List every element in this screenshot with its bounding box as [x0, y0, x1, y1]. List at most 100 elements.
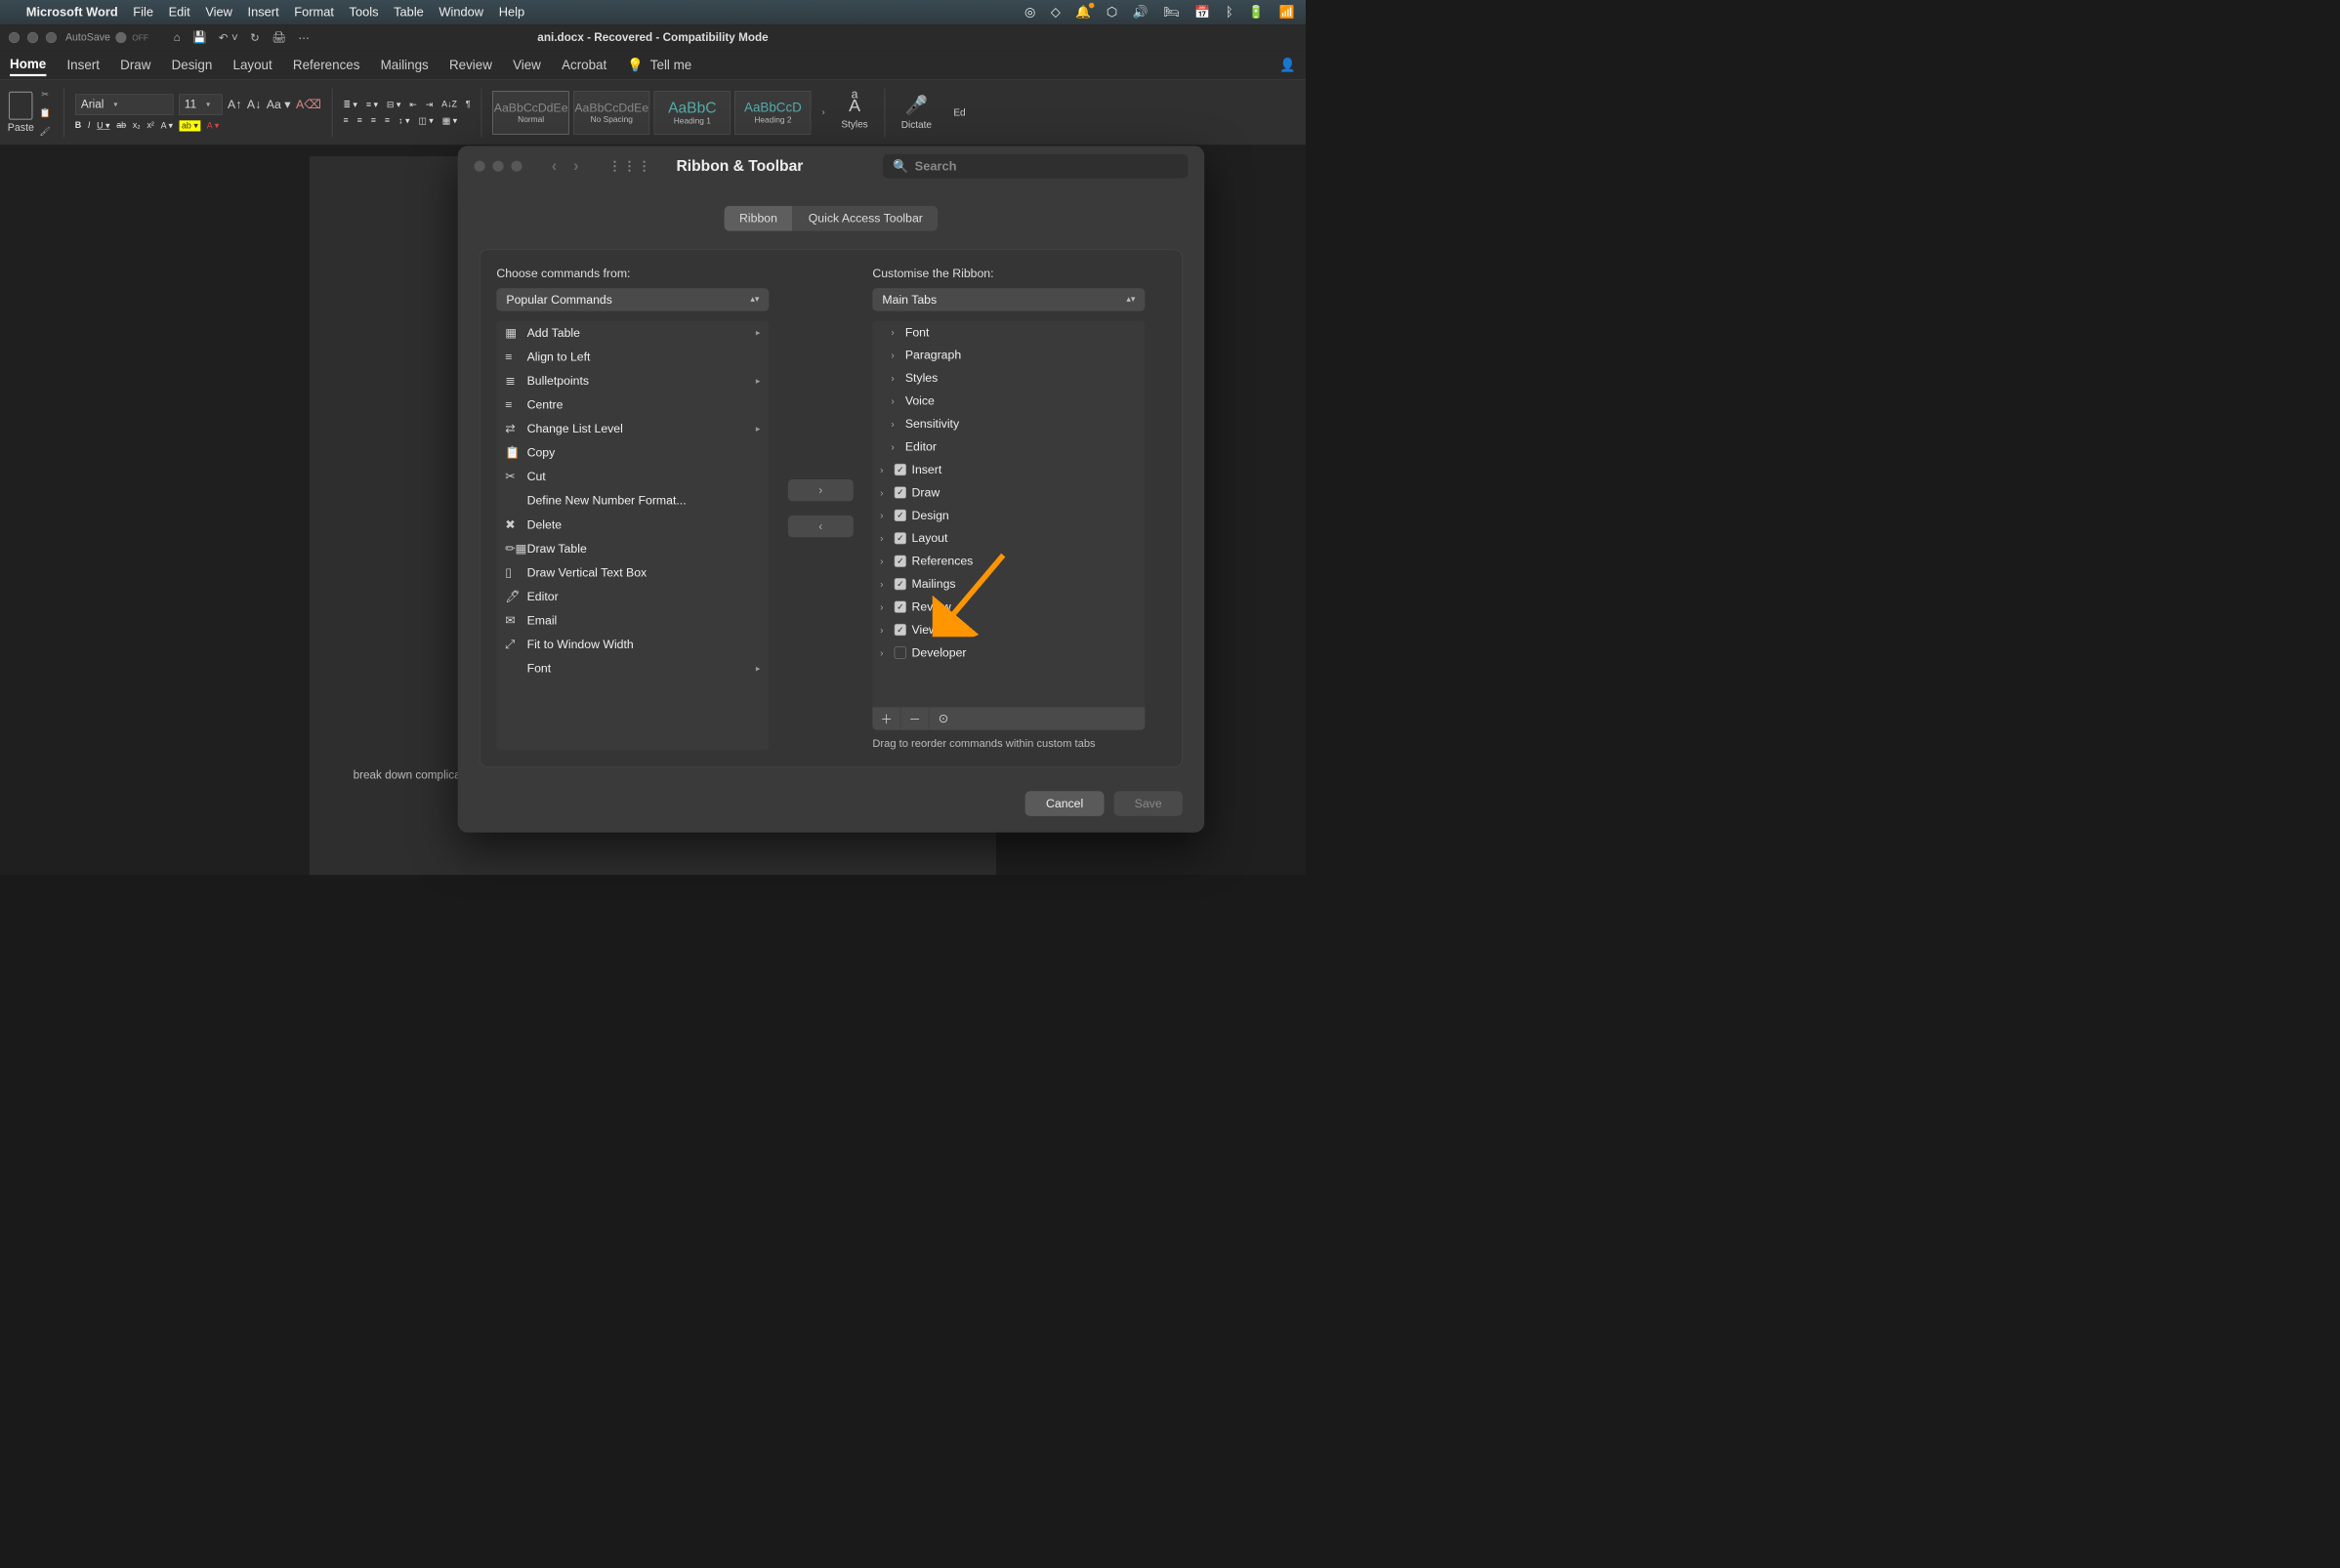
print-icon[interactable]: 🖨 [272, 31, 286, 44]
bold-icon[interactable]: B [75, 121, 81, 131]
disclosure-icon[interactable]: › [880, 464, 889, 475]
disclosure-icon[interactable]: › [891, 395, 899, 407]
tray-calendar-icon[interactable]: 📅 [1194, 5, 1210, 20]
tab-mailings[interactable]: Mailings [381, 56, 429, 75]
command-item[interactable]: ⇄Change List Level▸ [496, 417, 769, 441]
tree-item-paragraph[interactable]: ›Paragraph [872, 344, 1145, 366]
command-item[interactable]: ≡Centre [496, 392, 769, 417]
justify-icon[interactable]: ≡ [385, 116, 390, 126]
tree-item-voice[interactable]: ›Voice [872, 390, 1145, 412]
styles-pane-button[interactable]: Aͣ Styles [836, 95, 874, 130]
disclosure-icon[interactable]: › [880, 601, 889, 613]
style-normal[interactable]: AaBbCcDdEeNormal [493, 91, 569, 135]
style-no-spacing[interactable]: AaBbCcDdEeNo Spacing [573, 91, 649, 135]
close-window[interactable] [9, 32, 20, 43]
strikethrough-icon[interactable]: ab [116, 121, 126, 131]
copy-icon[interactable]: 📋 [37, 104, 53, 120]
command-item[interactable]: 🖊Editor [496, 585, 769, 609]
tree-checkbox[interactable]: ✓ [895, 464, 906, 475]
dialog-search[interactable]: 🔍 Search [883, 154, 1188, 179]
increase-indent-icon[interactable]: ⇥ [426, 99, 433, 109]
home-icon[interactable]: ⌂ [174, 31, 181, 44]
dialog-grid-icon[interactable]: ⋮⋮⋮ [608, 158, 652, 174]
decrease-indent-icon[interactable]: ⇤ [409, 99, 416, 109]
save-icon[interactable]: 💾 [192, 31, 207, 44]
menu-view[interactable]: View [205, 5, 232, 20]
tree-item-draw[interactable]: ›✓Draw [872, 481, 1145, 504]
command-item[interactable]: ⤢Fit to Window Width [496, 633, 769, 657]
add-tab-button[interactable]: ＋ [872, 707, 900, 729]
menu-edit[interactable]: Edit [169, 5, 190, 20]
numbering-icon[interactable]: ≡ ▾ [366, 99, 378, 109]
disclosure-icon[interactable]: › [880, 487, 889, 499]
tray-volume-icon[interactable]: 🔊 [1133, 5, 1149, 20]
autosave-toggle[interactable]: AutoSave OFF [65, 31, 148, 43]
save-button[interactable]: Save [1113, 791, 1182, 816]
menu-table[interactable]: Table [394, 5, 424, 20]
align-right-icon[interactable]: ≡ [371, 116, 376, 126]
tree-item-mailings[interactable]: ›✓Mailings [872, 572, 1145, 595]
style-heading-1[interactable]: AaBbCHeading 1 [654, 91, 731, 135]
tree-item-design[interactable]: ›✓Design [872, 504, 1145, 526]
tree-checkbox[interactable]: ✓ [895, 600, 906, 612]
tabs-treeview[interactable]: ›Font›Paragraph›Styles›Voice›Sensitivity… [872, 321, 1145, 708]
seg-ribbon[interactable]: Ribbon [724, 206, 793, 231]
menu-help[interactable]: Help [499, 5, 524, 20]
subscript-icon[interactable]: x₂ [133, 121, 141, 131]
tray-circle-icon[interactable]: ◎ [1024, 5, 1035, 20]
seg-qat[interactable]: Quick Access Toolbar [793, 206, 938, 231]
tree-item-font[interactable]: ›Font [872, 321, 1145, 344]
tell-me[interactable]: 💡 Tell me [627, 58, 691, 73]
tab-acrobat[interactable]: Acrobat [562, 56, 606, 75]
tree-item-sensitivity[interactable]: ›Sensitivity [872, 412, 1145, 434]
dictate-button[interactable]: 🎤 Dictate [896, 95, 937, 131]
tab-layout[interactable]: Layout [233, 56, 272, 75]
line-spacing-icon[interactable]: ↕ ▾ [398, 115, 409, 126]
borders-icon[interactable]: ▦ ▾ [442, 115, 457, 126]
menu-tools[interactable]: Tools [350, 5, 379, 20]
tree-item-layout[interactable]: ›✓Layout [872, 527, 1145, 550]
format-painter-icon[interactable]: 🖌 [37, 123, 53, 139]
shrink-font-icon[interactable]: A↓ [247, 98, 261, 112]
tab-review[interactable]: Review [449, 56, 492, 75]
tab-references[interactable]: References [293, 56, 359, 75]
underline-icon[interactable]: U ▾ [97, 120, 109, 131]
sort-icon[interactable]: A↓Z [441, 100, 457, 109]
tab-view[interactable]: View [513, 56, 541, 75]
command-item[interactable]: ✂Cut [496, 465, 769, 489]
command-item[interactable]: ≣Bulletpoints▸ [496, 369, 769, 393]
disclosure-icon[interactable]: › [891, 327, 899, 339]
disclosure-icon[interactable]: › [891, 372, 899, 384]
tree-item-styles[interactable]: ›Styles [872, 367, 1145, 390]
tabs-target-dropdown[interactable]: Main Tabs ▴▾ [872, 288, 1145, 310]
tray-tag-icon[interactable]: ◇ [1051, 5, 1061, 20]
cut-icon[interactable]: ✂ [37, 86, 53, 102]
tray-bed-icon[interactable]: 🛏 [1163, 5, 1179, 20]
commands-listbox[interactable]: ▦Add Table▸≡Align to Left≣Bulletpoints▸≡… [496, 321, 769, 751]
text-effects-icon[interactable]: A ▾ [161, 120, 173, 131]
dialog-minimize-icon[interactable] [492, 161, 503, 172]
align-left-icon[interactable]: ≡ [343, 116, 348, 126]
disclosure-icon[interactable]: › [880, 624, 889, 636]
disclosure-icon[interactable]: › [891, 418, 899, 430]
dialog-forward-icon[interactable]: › [573, 157, 579, 176]
remove-tab-button[interactable]: － [900, 707, 929, 729]
minimize-window[interactable] [27, 32, 38, 43]
tree-item-editor[interactable]: ›Editor [872, 435, 1145, 458]
command-item[interactable]: ≡Align to Left [496, 345, 769, 369]
redo-icon[interactable]: ↻ [250, 31, 260, 45]
tray-bluetooth-icon[interactable]: ᛒ [1226, 5, 1233, 20]
tray-notification-icon[interactable]: 🔔 [1075, 5, 1091, 20]
command-item[interactable]: Font▸ [496, 656, 769, 681]
app-name[interactable]: Microsoft Word [26, 5, 118, 20]
tree-item-developer[interactable]: ›Developer [872, 641, 1145, 664]
tray-hex-icon[interactable]: ⬡ [1107, 5, 1117, 20]
tree-item-insert[interactable]: ›✓Insert [872, 458, 1145, 480]
command-item[interactable]: ▦Add Table▸ [496, 321, 769, 346]
command-item[interactable]: 📋Copy [496, 440, 769, 465]
align-center-icon[interactable]: ≡ [357, 116, 362, 126]
shading-icon[interactable]: ◫ ▾ [418, 115, 433, 126]
command-item[interactable]: ✏▦Draw Table [496, 537, 769, 561]
dialog-back-icon[interactable]: ‹ [552, 157, 558, 176]
tree-checkbox[interactable]: ✓ [895, 532, 906, 544]
